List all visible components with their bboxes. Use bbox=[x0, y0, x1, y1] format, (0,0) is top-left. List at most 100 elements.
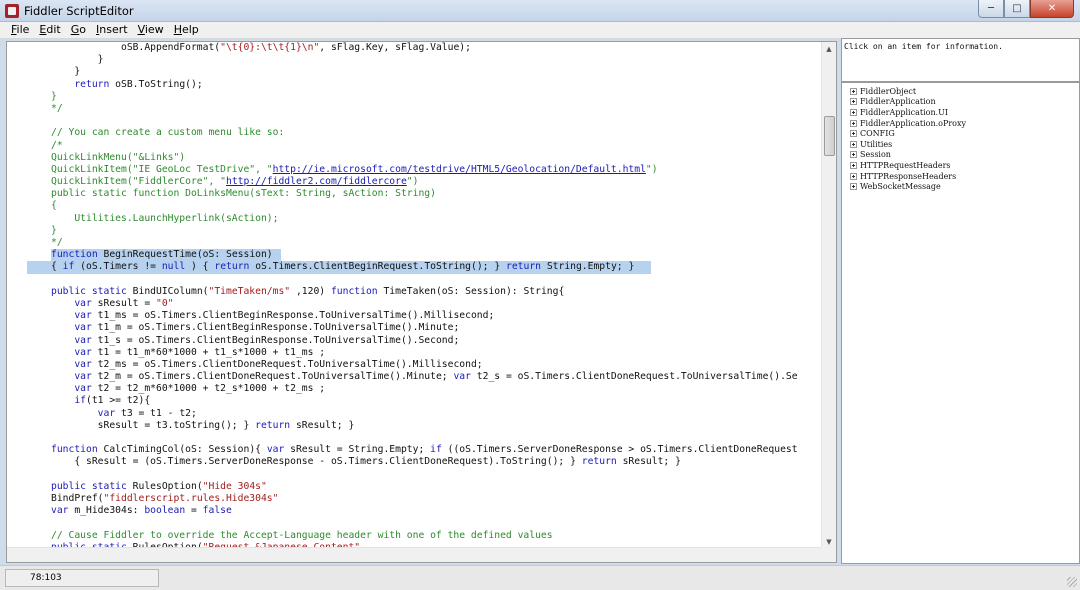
code-line: var t1 = t1_m*60*1000 + t1_s*1000 + t1_m… bbox=[7, 347, 823, 359]
expand-plus-icon[interactable] bbox=[850, 119, 857, 127]
code-hyperlink[interactable]: http://fiddler2.com/fiddlercore bbox=[226, 176, 407, 187]
code-token: RulesOption( bbox=[126, 480, 203, 492]
expand-plus-icon[interactable] bbox=[850, 87, 857, 95]
window-controls: ─ □ ✕ bbox=[978, 0, 1074, 18]
menu-item-help[interactable]: Help bbox=[169, 22, 204, 38]
tree-item-label: CONFIG bbox=[860, 129, 895, 139]
minimize-button[interactable]: ─ bbox=[978, 0, 1004, 18]
menu-item-insert[interactable]: Insert bbox=[91, 22, 133, 38]
code-text: BindPref("fiddlerscript.rules.Hide304s" bbox=[7, 493, 278, 504]
code-line: function BeginRequestTime(oS: Session) bbox=[7, 249, 823, 262]
menu-label: dit bbox=[46, 23, 61, 36]
code-token: (t1 >= t2){ bbox=[86, 395, 151, 407]
code-token: return bbox=[214, 261, 250, 273]
expand-plus-icon[interactable] bbox=[850, 130, 857, 138]
code-token: t3 = t1 - t2; bbox=[115, 407, 197, 419]
maximize-button[interactable]: □ bbox=[1004, 0, 1030, 18]
tree-item-httpresponseheaders[interactable]: HTTPResponseHeaders bbox=[842, 171, 1079, 182]
code-token: // You can create a custom menu like so: bbox=[51, 127, 285, 139]
expand-plus-icon[interactable] bbox=[850, 151, 857, 159]
tree-item-utilities[interactable]: Utilities bbox=[842, 139, 1079, 150]
tree-item-label: HTTPResponseHeaders bbox=[860, 171, 957, 181]
object-tree[interactable]: FiddlerObject FiddlerApplication FiddlerAp… bbox=[841, 82, 1080, 564]
script-editor[interactable]: oSB.AppendFormat("\t{0}:\t\t{1}\n", sFla… bbox=[6, 41, 837, 563]
tree-item-fiddlerapplication[interactable]: FiddlerApplication bbox=[842, 97, 1079, 108]
code-token: function bbox=[51, 249, 98, 261]
tree-item-label: FiddlerObject bbox=[860, 86, 917, 96]
scrollbar-corner bbox=[821, 547, 836, 562]
scroll-up-icon[interactable]: ▲ bbox=[822, 42, 836, 56]
code-token: sResult; } bbox=[616, 456, 681, 468]
code-token: sResult = String.Empty; bbox=[284, 444, 431, 456]
close-button[interactable]: ✕ bbox=[1030, 0, 1074, 18]
tree-item-fiddlerobject[interactable]: FiddlerObject bbox=[842, 86, 1079, 97]
code-token: boolean bbox=[144, 505, 186, 517]
expand-plus-icon[interactable] bbox=[850, 108, 857, 116]
code-hyperlink[interactable]: http://ie.microsoft.com/testdrive/HTML5/… bbox=[273, 164, 646, 175]
code-token: { bbox=[51, 200, 57, 212]
code-token: BindPref( bbox=[51, 492, 104, 504]
code-line: QuickLinkItem("FiddlerCore", "http://fid… bbox=[7, 176, 823, 188]
code-token: BeginRequestTime(oS: Session) bbox=[97, 249, 273, 261]
code-text: var t1_s = oS.Timers.ClientBeginResponse… bbox=[7, 335, 459, 346]
close-icon: ✕ bbox=[1047, 3, 1057, 14]
code-line: // You can create a custom menu like so: bbox=[7, 127, 823, 139]
code-line: sResult = t3.toString(); } return sResul… bbox=[7, 420, 823, 432]
expand-plus-icon[interactable] bbox=[850, 140, 857, 148]
menu-item-file[interactable]: File bbox=[6, 22, 34, 38]
code-token: public static bbox=[51, 285, 127, 297]
vertical-scroll-thumb[interactable] bbox=[824, 116, 835, 156]
expand-plus-icon[interactable] bbox=[850, 183, 857, 191]
code-text: public static RulesOption("Hide 304s" bbox=[7, 481, 267, 492]
expand-plus-icon[interactable] bbox=[850, 161, 857, 169]
tree-item-label: FiddlerApplication.oProxy bbox=[860, 118, 967, 128]
menu-item-edit[interactable]: Edit bbox=[34, 22, 65, 38]
expand-plus-icon[interactable] bbox=[850, 98, 857, 106]
code-token: BindUIColumn( bbox=[126, 285, 209, 297]
tree-item-websocketmessage[interactable]: WebSocketMessage bbox=[842, 181, 1079, 192]
code-token: (oS.Timers != bbox=[74, 261, 162, 273]
resize-grip-icon[interactable] bbox=[1067, 577, 1077, 587]
code-token: var bbox=[266, 444, 285, 456]
code-token: if bbox=[62, 261, 75, 273]
expand-plus-icon[interactable] bbox=[850, 172, 857, 180]
code-token: if bbox=[74, 395, 87, 407]
code-token: } bbox=[51, 54, 104, 66]
code-area[interactable]: oSB.AppendFormat("\t{0}:\t\t{1}\n", sFla… bbox=[7, 42, 823, 549]
tree-item-label: HTTPRequestHeaders bbox=[860, 160, 951, 170]
code-text: sResult = t3.toString(); } return sResul… bbox=[7, 420, 355, 431]
code-token: oS.Timers.ClientBeginRequest.ToString();… bbox=[249, 261, 506, 273]
code-line: function CalcTimingCol(oS: Session){ var… bbox=[7, 444, 823, 456]
vertical-scrollbar[interactable]: ▲ ▼ bbox=[821, 42, 836, 549]
code-line: var t2 = t2_m*60*1000 + t2_s*1000 + t2_m… bbox=[7, 383, 823, 395]
code-token: t1_s = oS.Timers.ClientBeginResponse.ToU… bbox=[91, 334, 460, 346]
code-line: var t1_m = oS.Timers.ClientBeginResponse… bbox=[7, 322, 823, 334]
horizontal-scrollbar[interactable] bbox=[7, 547, 823, 562]
tree-item-fiddlerapplication-ui[interactable]: FiddlerApplication.UI bbox=[842, 107, 1079, 118]
menu-label: o bbox=[79, 23, 86, 36]
code-text: } bbox=[7, 225, 57, 236]
menu-item-view[interactable]: View bbox=[133, 22, 169, 38]
tree-item-config[interactable]: CONFIG bbox=[842, 128, 1079, 139]
tree-item-session[interactable]: Session bbox=[842, 150, 1079, 161]
tree-item-httprequestheaders[interactable]: HTTPRequestHeaders bbox=[842, 160, 1079, 171]
info-panel: Click on an item for information. bbox=[841, 38, 1080, 82]
menu-item-go[interactable]: Go bbox=[66, 22, 91, 38]
code-token: ,120) bbox=[290, 285, 331, 297]
code-text: return oSB.ToString(); bbox=[7, 79, 202, 90]
tree-item-fiddlerapplication-oproxy[interactable]: FiddlerApplication.oProxy bbox=[842, 118, 1079, 129]
code-token: sResult = bbox=[91, 297, 156, 309]
code-token: TimeTaken(oS: Session): String{ bbox=[377, 285, 565, 297]
code-token: ") bbox=[406, 176, 419, 188]
code-token: m_Hide304s: bbox=[68, 505, 145, 517]
code-text: { if (oS.Timers != null ) { return oS.Ti… bbox=[7, 261, 634, 272]
code-token: oSB.AppendFormat( bbox=[51, 42, 221, 53]
code-text: var t3 = t1 - t2; bbox=[7, 408, 197, 419]
code-token: "TimeTaken/ms" bbox=[208, 285, 291, 297]
menu-label: ile bbox=[16, 23, 30, 36]
